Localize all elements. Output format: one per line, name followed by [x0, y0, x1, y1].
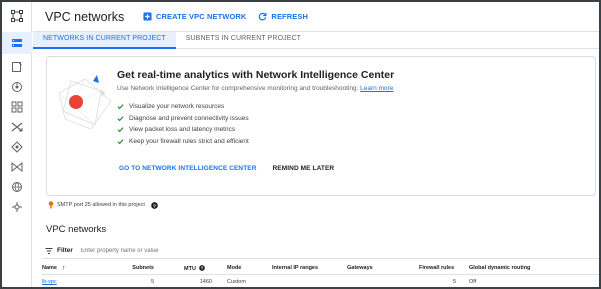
feature-list: Visualize your network resources Diagnos… [117, 101, 249, 147]
banner-actions: GO TO NETWORK INTELLIGENCE CENTER REMIND… [119, 165, 350, 172]
check-icon [117, 138, 124, 144]
feature-item-label: Visualize your network resources [129, 103, 225, 111]
feature-item: Keep your firewall rules strict and effi… [117, 136, 249, 148]
column-header-global-dynamic-routing[interactable]: Global dynamic routing [469, 265, 530, 271]
refresh-button[interactable]: REFRESH [258, 12, 308, 21]
banner-subtitle-text: Use Network Intelligence Center for comp… [117, 85, 359, 92]
page-title: VPC networks [45, 9, 125, 24]
column-header-subnets[interactable]: Subnets [124, 265, 154, 271]
column-header-name[interactable]: Name ↑ [42, 265, 65, 272]
grid-nav-icon[interactable] [10, 100, 24, 114]
feature-item: Visualize your network resources [117, 101, 249, 113]
firewall-rules-cell: 5 [452, 279, 456, 285]
column-header-mtu-label: MTU [184, 266, 196, 272]
shared-vpc-nav-icon[interactable] [10, 80, 24, 94]
app-frame: VPC networks CREATE VPC NETWORK REFRESH … [0, 0, 601, 289]
check-icon [117, 115, 124, 121]
mtu-help-icon[interactable]: ? [199, 265, 205, 271]
tab-subnets-in-current-project[interactable]: SUBNETS IN CURRENT PROJECT [176, 32, 311, 49]
vpc-network-product-icon[interactable] [10, 9, 24, 23]
refresh-icon [259, 12, 267, 21]
table-header-row: Name ↑ Subnets MTU? Mode Internal IP rang… [42, 263, 599, 275]
sort-ascending-icon[interactable]: ↑ [62, 265, 66, 272]
filter-bar: Filter [42, 243, 599, 259]
ip-addresses-nav-icon[interactable] [10, 60, 24, 74]
column-header-gateways[interactable]: Gateways [347, 265, 373, 271]
banner-headline: Get real-time analytics with Network Int… [117, 69, 395, 81]
section-title: VPC networks [46, 224, 107, 235]
feature-item: Diagnose and prevent connectivity issues [117, 113, 249, 125]
vpc-networks-nav-icon[interactable] [10, 36, 24, 50]
routes-nav-icon[interactable] [10, 120, 24, 134]
feature-item: View packet loss and latency metrics [117, 124, 249, 136]
column-header-internal-ip-ranges[interactable]: Internal IP ranges [272, 265, 318, 271]
left-nav-rail [2, 2, 32, 287]
bowtie-nav-icon[interactable] [10, 160, 24, 174]
network-name-link[interactable]: lb-vpc [42, 279, 57, 285]
filter-label: Filter [57, 247, 73, 254]
column-header-mode[interactable]: Mode [227, 265, 241, 271]
globe-nav-icon[interactable] [10, 180, 24, 194]
filter-input[interactable] [80, 247, 281, 254]
connectivity-nav-icon[interactable] [10, 200, 24, 214]
learn-more-link[interactable]: Learn more [360, 85, 393, 92]
svg-text:?: ? [153, 203, 156, 209]
smtp-notice-text: SMTP port 25 allowed in this project [57, 202, 145, 208]
column-header-firewall-rules[interactable]: Firewall rules [419, 265, 454, 271]
go-to-network-intelligence-center-button[interactable]: GO TO NETWORK INTELLIGENCE CENTER [119, 165, 257, 172]
feature-item-label: Keep your firewall rules strict and effi… [129, 137, 249, 145]
global-dynamic-routing-cell: Off [469, 279, 477, 285]
create-vpc-network-button[interactable]: CREATE VPC NETWORK [143, 12, 246, 21]
mtu-cell: 1460 [199, 279, 212, 285]
subnets-cell: 5 [150, 279, 154, 285]
column-header-name-label: Name [42, 265, 57, 271]
feature-item-label: View packet loss and latency metrics [129, 126, 236, 134]
table-row: lb-vpc 5 1460 Custom 5 Off [42, 277, 599, 287]
pin-icon [48, 201, 54, 209]
check-icon [117, 104, 124, 110]
tab-networks-in-current-project[interactable]: NETWORKS IN CURRENT PROJECT [33, 32, 176, 49]
add-box-icon [143, 12, 152, 21]
create-vpc-network-label: CREATE VPC NETWORK [156, 12, 247, 21]
check-icon [117, 127, 124, 133]
mode-cell: Custom [227, 279, 246, 285]
filter-icon[interactable] [45, 247, 53, 255]
banner-subtitle: Use Network Intelligence Center for comp… [117, 85, 393, 92]
feature-item-label: Diagnose and prevent connectivity issues [129, 114, 249, 122]
refresh-label: REFRESH [271, 12, 308, 21]
column-header-mtu[interactable]: MTU? [184, 265, 205, 272]
analytics-illustration [58, 75, 112, 130]
network-intelligence-banner: Get real-time analytics with Network Int… [46, 56, 596, 196]
remind-me-later-button[interactable]: REMIND ME LATER [273, 165, 335, 172]
smtp-notice: SMTP port 25 allowed in this project ? [48, 201, 158, 209]
help-icon[interactable]: ? [151, 201, 158, 209]
tab-bar: NETWORKS IN CURRENT PROJECT SUBNETS IN C… [33, 32, 599, 49]
page-header: VPC networks CREATE VPC NETWORK REFRESH [33, 2, 599, 32]
vpc-peering-nav-icon[interactable] [10, 140, 24, 154]
